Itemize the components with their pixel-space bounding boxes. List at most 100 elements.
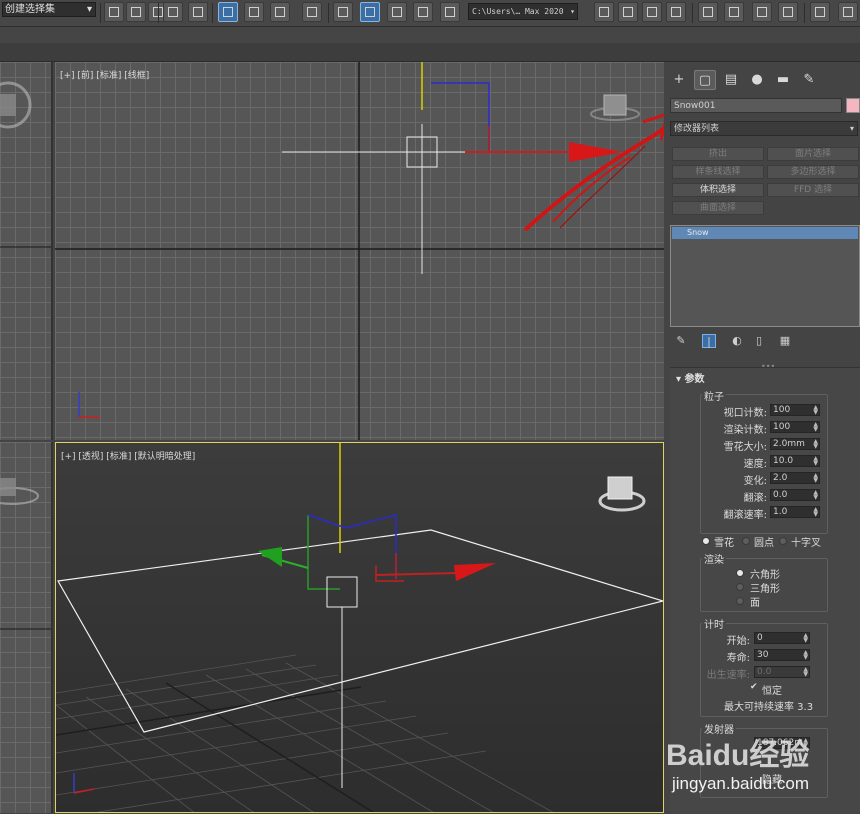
param-label: 速度: xyxy=(743,459,767,470)
viewport-count-spinner[interactable]: 100 ▲ ▼ xyxy=(770,404,820,416)
constant-label: 恒定 xyxy=(762,686,782,697)
parameters-rollout-header[interactable]: ▾ 参数 xyxy=(676,370,705,385)
modifier-list-label: 修改器列表 xyxy=(674,124,720,134)
rendered-frame-icon[interactable] xyxy=(387,2,407,22)
viewport-perspective[interactable]: [+] [透视] [标准] [默认明暗处理] xyxy=(55,442,664,813)
triangle-radio[interactable] xyxy=(736,583,744,591)
object-name-field[interactable]: Snow001 xyxy=(670,98,842,113)
save-project-icon[interactable] xyxy=(642,2,662,22)
poly-select-button[interactable]: 多边形选择 xyxy=(767,165,859,179)
max-sustainable-rate: 最大可持续速率 3.3 xyxy=(724,702,814,713)
hierarchy-tab[interactable]: ▤ xyxy=(720,70,742,90)
stack-item-snow[interactable]: Snow xyxy=(672,227,858,239)
param-row: 开始: 0 ▲ ▼ xyxy=(670,632,860,647)
modifier-list-dropdown[interactable]: 修改器列表 ▾ xyxy=(670,121,858,136)
create-tab[interactable]: + xyxy=(668,70,690,90)
snap-toggle-icon[interactable] xyxy=(104,2,124,22)
display-tab[interactable]: ▬ xyxy=(772,70,794,90)
show-end-result-icon[interactable]: | xyxy=(702,334,716,348)
tick-radio[interactable] xyxy=(779,537,787,545)
spline-select-button[interactable]: 样条线选择 xyxy=(672,165,764,179)
watermark-brand: Baidu经验 xyxy=(666,739,810,772)
extrude-button[interactable]: 挤出 xyxy=(672,147,764,161)
render-production-icon[interactable] xyxy=(413,2,433,22)
toolbar-separator xyxy=(158,3,159,23)
flake-size-spinner[interactable]: 2.0mm ▲ ▼ xyxy=(770,438,820,450)
open-project-icon[interactable] xyxy=(618,2,638,22)
particles-group-title: 粒子 xyxy=(702,388,726,403)
variation-spinner[interactable]: 2.0 ▲ ▼ xyxy=(770,472,820,484)
scene-explorer-icon[interactable] xyxy=(163,2,183,22)
start-spinner[interactable]: 0 ▲ ▼ xyxy=(754,632,810,644)
curve-editor-icon[interactable] xyxy=(244,2,264,22)
teapot-render-icon[interactable] xyxy=(698,2,718,22)
render-window-icon[interactable] xyxy=(724,2,744,22)
patch-select-button[interactable]: 面片选择 xyxy=(767,147,859,161)
speed-spinner[interactable]: 10.0 ▲ ▼ xyxy=(770,455,820,467)
param-label: 开始: xyxy=(726,636,750,647)
modifier-stack[interactable]: Snow xyxy=(670,225,860,327)
render-iterative-icon[interactable] xyxy=(440,2,460,22)
tumble-spinner[interactable]: 0.0 ▲ ▼ xyxy=(770,489,820,501)
viewport-front-scene xyxy=(55,62,664,440)
render-count-spinner[interactable]: 100 ▲ ▼ xyxy=(770,421,820,433)
render-setup-icon[interactable] xyxy=(360,2,380,22)
hexagon-label: 六角形 xyxy=(750,570,780,581)
mirror-icon[interactable] xyxy=(126,2,146,22)
param-row: 雪花大小: 2.0mm ▲ ▼ xyxy=(670,438,860,453)
snowflake-radio[interactable] xyxy=(702,537,710,545)
motion-tab[interactable]: ● xyxy=(746,70,768,90)
configure-sets-icon[interactable]: ▦ xyxy=(778,334,792,348)
modify-tab[interactable]: ▢ xyxy=(694,70,716,90)
object-color-swatch[interactable] xyxy=(846,98,860,113)
layer-explorer-icon[interactable] xyxy=(188,2,208,22)
lightbulb-icon[interactable] xyxy=(810,2,830,22)
material-editor-icon[interactable] xyxy=(333,2,353,22)
selection-set-dropdown[interactable]: 创建选择集 ▾ xyxy=(2,2,96,17)
viewcube-partial xyxy=(0,478,51,630)
ffd-select-button[interactable]: FFD 选择 xyxy=(767,183,859,197)
document-icon[interactable] xyxy=(752,2,772,22)
viewport-left-bottom[interactable] xyxy=(0,442,53,813)
viewcube-partial xyxy=(0,81,51,248)
hexagon-radio[interactable] xyxy=(736,569,744,577)
overflow-icon[interactable] xyxy=(838,2,858,22)
project-path-field[interactable]: C:\Users\… Max 2020 ▾ xyxy=(468,3,578,20)
ribbon-toggle-icon[interactable] xyxy=(218,2,238,22)
life-spinner[interactable]: 30 ▲ ▼ xyxy=(754,649,810,661)
set-project-icon[interactable] xyxy=(594,2,614,22)
snowflake-label: 雪花 xyxy=(714,538,734,549)
utilities-tab[interactable]: ✎ xyxy=(798,70,820,90)
toolbar-separator xyxy=(804,3,805,23)
volume-select-button[interactable]: 体积选择 xyxy=(672,183,764,197)
timing-group-title: 计时 xyxy=(702,616,726,631)
tumble-rate-spinner[interactable]: 1.0 ▲ ▼ xyxy=(770,506,820,518)
dot-label: 圆点 xyxy=(754,538,774,549)
facing-radio[interactable] xyxy=(736,597,744,605)
param-label: 翻滚: xyxy=(743,493,767,504)
toolbar-separator xyxy=(328,3,329,23)
remove-modifier-icon[interactable]: ▯ xyxy=(752,334,766,348)
birth-rate-spinner[interactable]: 0.0 ▲ ▼ xyxy=(754,666,810,678)
viewport-left-top[interactable] xyxy=(0,62,53,440)
parameters-title: 参数 xyxy=(684,374,705,385)
chevron-down-icon: ▾ xyxy=(570,7,575,16)
tick-label: 十字叉 xyxy=(791,538,821,549)
param-label: 渲染计数: xyxy=(723,425,767,436)
make-unique-icon[interactable]: ◐ xyxy=(730,334,744,348)
viewport-front[interactable]: [+] [前] [标准] [线框] xyxy=(55,62,664,440)
toolbar-separator xyxy=(692,3,693,23)
dope-sheet-icon[interactable] xyxy=(270,2,290,22)
list-view-icon[interactable] xyxy=(778,2,798,22)
triangle-label: 三角形 xyxy=(750,584,780,595)
project-folder-icon[interactable] xyxy=(666,2,686,22)
param-row: 翻滚: 0.0 ▲ ▼ xyxy=(670,489,860,504)
param-row: 速度: 10.0 ▲ ▼ xyxy=(670,455,860,470)
dot-radio[interactable] xyxy=(742,537,750,545)
param-row: 翻滚速率: 1.0 ▲ ▼ xyxy=(670,506,860,521)
schematic-view-icon[interactable] xyxy=(302,2,322,22)
pin-stack-icon[interactable]: ✎ xyxy=(674,334,688,348)
toolbar-separator xyxy=(100,3,101,23)
surface-select-button[interactable]: 曲面选择 xyxy=(672,201,764,215)
checkbox-check-icon[interactable]: ✔ xyxy=(750,682,758,692)
